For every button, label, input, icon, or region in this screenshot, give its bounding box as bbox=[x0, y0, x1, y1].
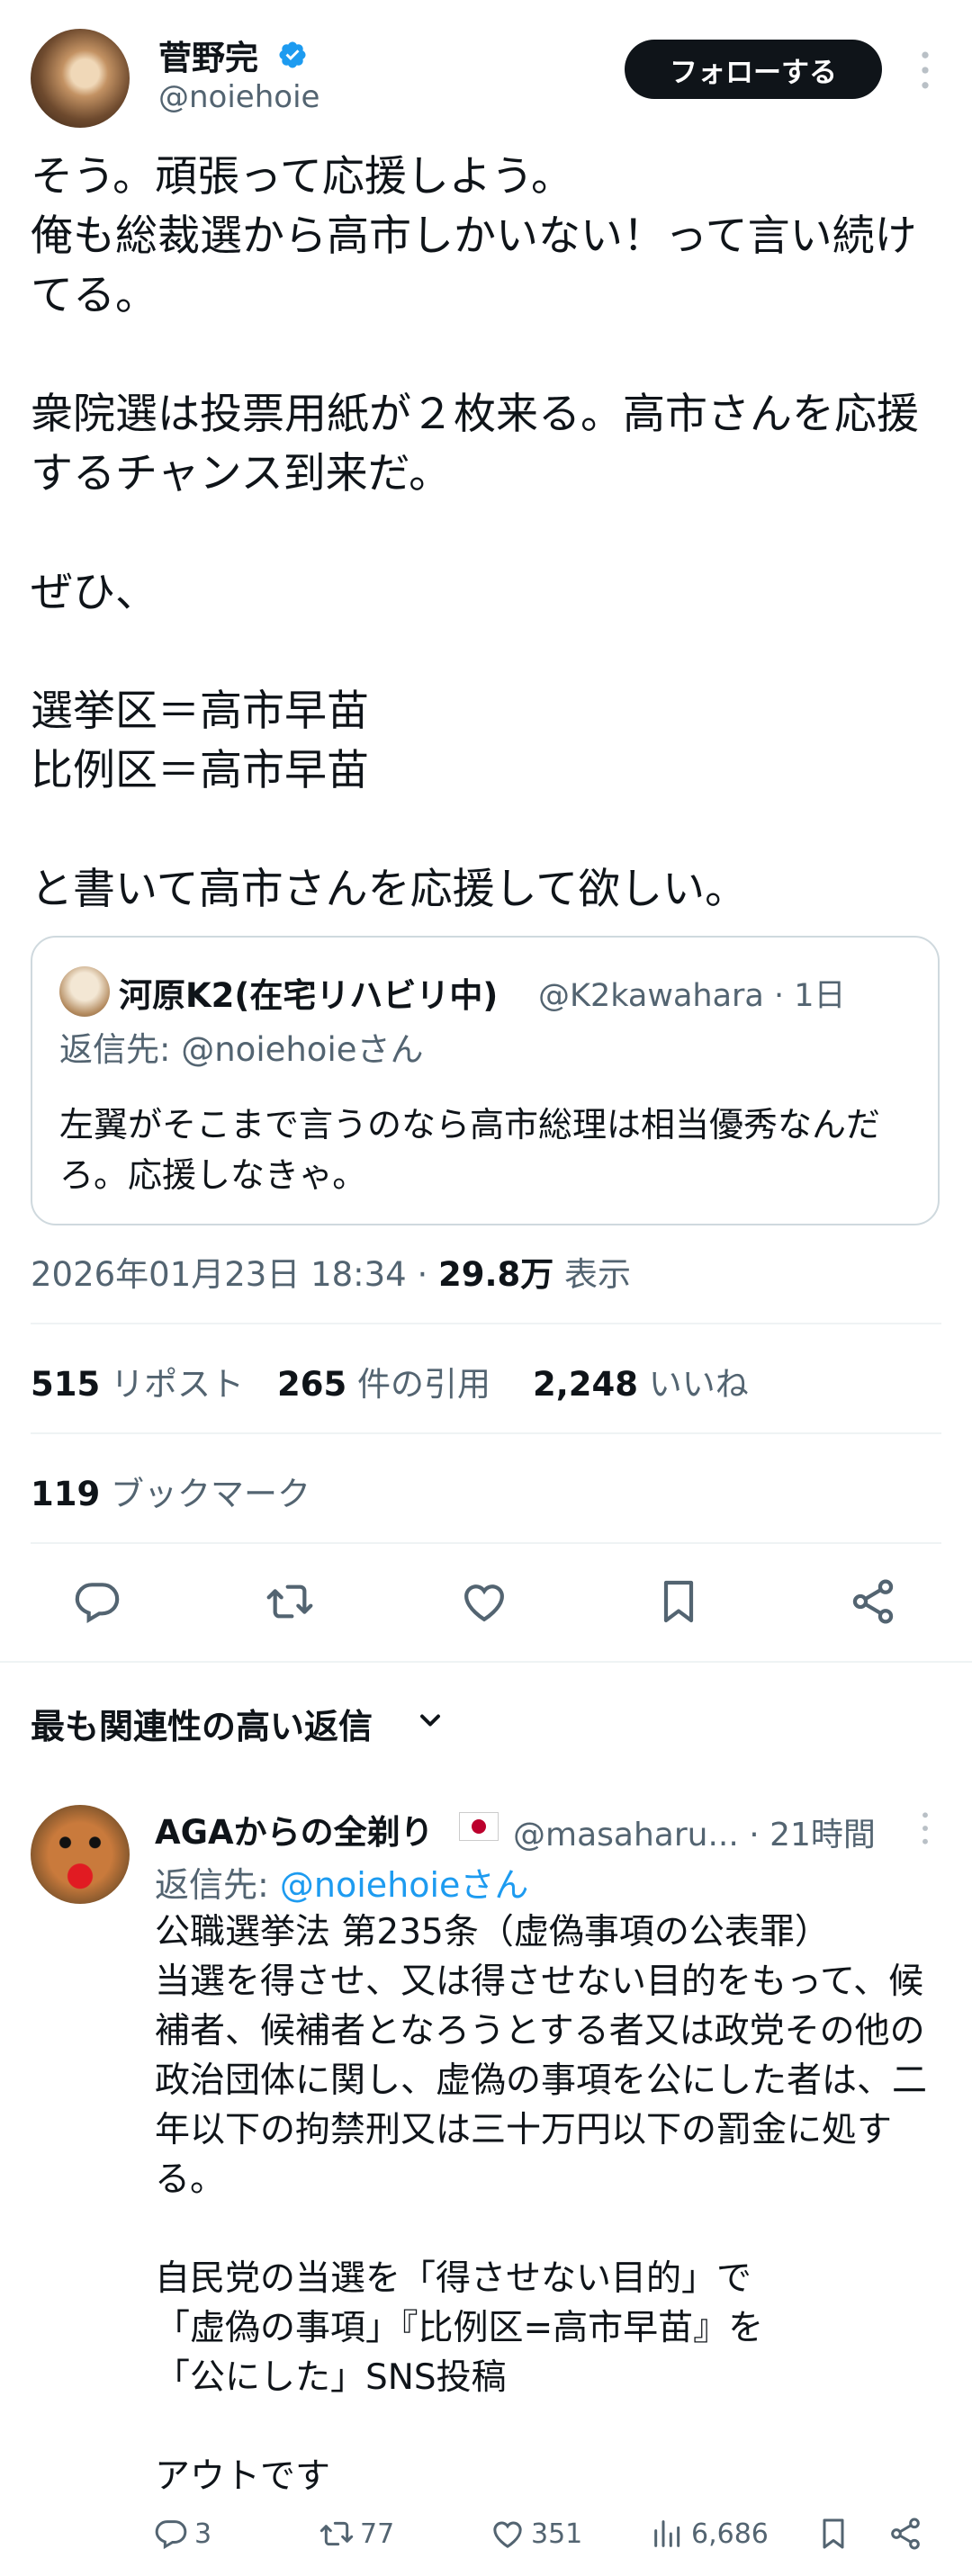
likes-label: いいね bbox=[638, 1365, 749, 1404]
bookmark-icon bbox=[823, 2518, 844, 2549]
reply-reposts-action[interactable]: 77 bbox=[319, 2512, 394, 2555]
reply-author-name[interactable]: AGAからの全剃り bbox=[155, 1805, 434, 1853]
likes-count: 2,248 bbox=[533, 1365, 639, 1404]
like-icon[interactable] bbox=[459, 1576, 509, 1627]
author-avatar[interactable] bbox=[31, 29, 130, 128]
reply-icon bbox=[155, 2520, 187, 2550]
replies-sort-dropdown[interactable]: 最も関連性の高い返信 bbox=[31, 1699, 373, 1748]
reply-reposts-count: 77 bbox=[360, 2518, 395, 2550]
more-icon[interactable] bbox=[909, 45, 941, 95]
repost-icon bbox=[320, 2521, 354, 2546]
quotes-label: 件の引用 bbox=[346, 1365, 490, 1404]
reply-to-handle-link[interactable]: @noiehoieさん bbox=[280, 1865, 529, 1905]
repost-icon[interactable] bbox=[265, 1576, 315, 1627]
reply-handle-time[interactable]: @masaharu... · 21時間 bbox=[513, 1809, 876, 1855]
bookmarks-count: 119 bbox=[31, 1475, 101, 1513]
share-icon[interactable] bbox=[848, 1576, 898, 1627]
tweet-text: そう。頑張って応援しよう。 俺も総裁選から高市しかいない！って言い続けてる。 衆… bbox=[31, 152, 919, 914]
reply-bookmark-action[interactable] bbox=[815, 2512, 857, 2555]
follow-button[interactable]: フォローする bbox=[625, 40, 882, 99]
chevron-down-icon[interactable] bbox=[414, 1704, 446, 1737]
quotes-stat[interactable]: 265 件の引用 bbox=[277, 1357, 490, 1405]
quoted-author-name: 河原K2(在宅リハビリ中) bbox=[119, 976, 499, 1015]
tweet-timestamp[interactable]: 2026年01月23日 18:34 · 29.8万 表示 bbox=[31, 1247, 631, 1296]
author-handle[interactable]: @noiehoie bbox=[158, 79, 320, 115]
quoted-handle-time: @K2kawahara · 1日 bbox=[538, 978, 846, 1014]
views-label: 表示 bbox=[554, 1255, 632, 1294]
reply-to-prefix: 返信先: bbox=[155, 1865, 280, 1905]
divider bbox=[31, 1323, 941, 1324]
reply-views-action[interactable]: 6,686 bbox=[650, 2512, 769, 2555]
share-icon bbox=[891, 2518, 920, 2550]
quoted-tweet-text: 左翼がそこまで言うのなら高市総理は相当優秀なんだろ。応援しなきゃ。 bbox=[59, 1105, 881, 1195]
reply-icon[interactable] bbox=[72, 1576, 122, 1627]
author-display-name[interactable]: 菅野完 bbox=[158, 31, 258, 79]
reposts-label: リポスト bbox=[100, 1365, 244, 1404]
reply-views-count: 6,686 bbox=[691, 2518, 769, 2550]
reply-replies-action[interactable]: 3 bbox=[153, 2512, 212, 2555]
likes-stat[interactable]: 2,248 いいね bbox=[533, 1357, 749, 1405]
japan-flag-icon bbox=[459, 1812, 499, 1841]
reposts-count: 515 bbox=[31, 1365, 101, 1404]
quoted-author-avatar bbox=[59, 966, 110, 1017]
reposts-stat[interactable]: 515 リポスト bbox=[31, 1357, 244, 1405]
reply-to-line: 返信先: @noiehoieさん bbox=[155, 1857, 528, 1907]
reply-likes-count: 351 bbox=[531, 2518, 583, 2550]
more-icon[interactable] bbox=[909, 1809, 941, 1848]
quoted-reply-to: 返信先: @noiehoieさん bbox=[59, 1030, 424, 1069]
reply-author-avatar[interactable] bbox=[31, 1805, 130, 1904]
section-divider bbox=[0, 1661, 972, 1663]
reply-likes-action[interactable]: 351 bbox=[490, 2512, 582, 2555]
bookmarks-label: ブックマーク bbox=[100, 1475, 310, 1513]
verified-badge-icon bbox=[277, 40, 308, 70]
like-icon bbox=[493, 2521, 522, 2548]
divider bbox=[31, 1432, 941, 1434]
bookmark-icon[interactable] bbox=[653, 1576, 704, 1627]
reply-replies-count: 3 bbox=[194, 2518, 212, 2550]
views-icon bbox=[654, 2520, 680, 2547]
bookmarks-stat[interactable]: 119 ブックマーク bbox=[31, 1467, 310, 1515]
divider bbox=[31, 1542, 941, 1544]
quotes-count: 265 bbox=[277, 1365, 347, 1404]
reply-share-action[interactable] bbox=[887, 2512, 929, 2555]
timestamp-text: 2026年01月23日 18:34 · bbox=[31, 1255, 438, 1294]
reply-text: 公職選挙法 第235条（虚偽事項の公表罪） 当選を得させ、又は得させない目的をも… bbox=[155, 1912, 928, 2497]
views-count: 29.8万 bbox=[438, 1255, 554, 1294]
